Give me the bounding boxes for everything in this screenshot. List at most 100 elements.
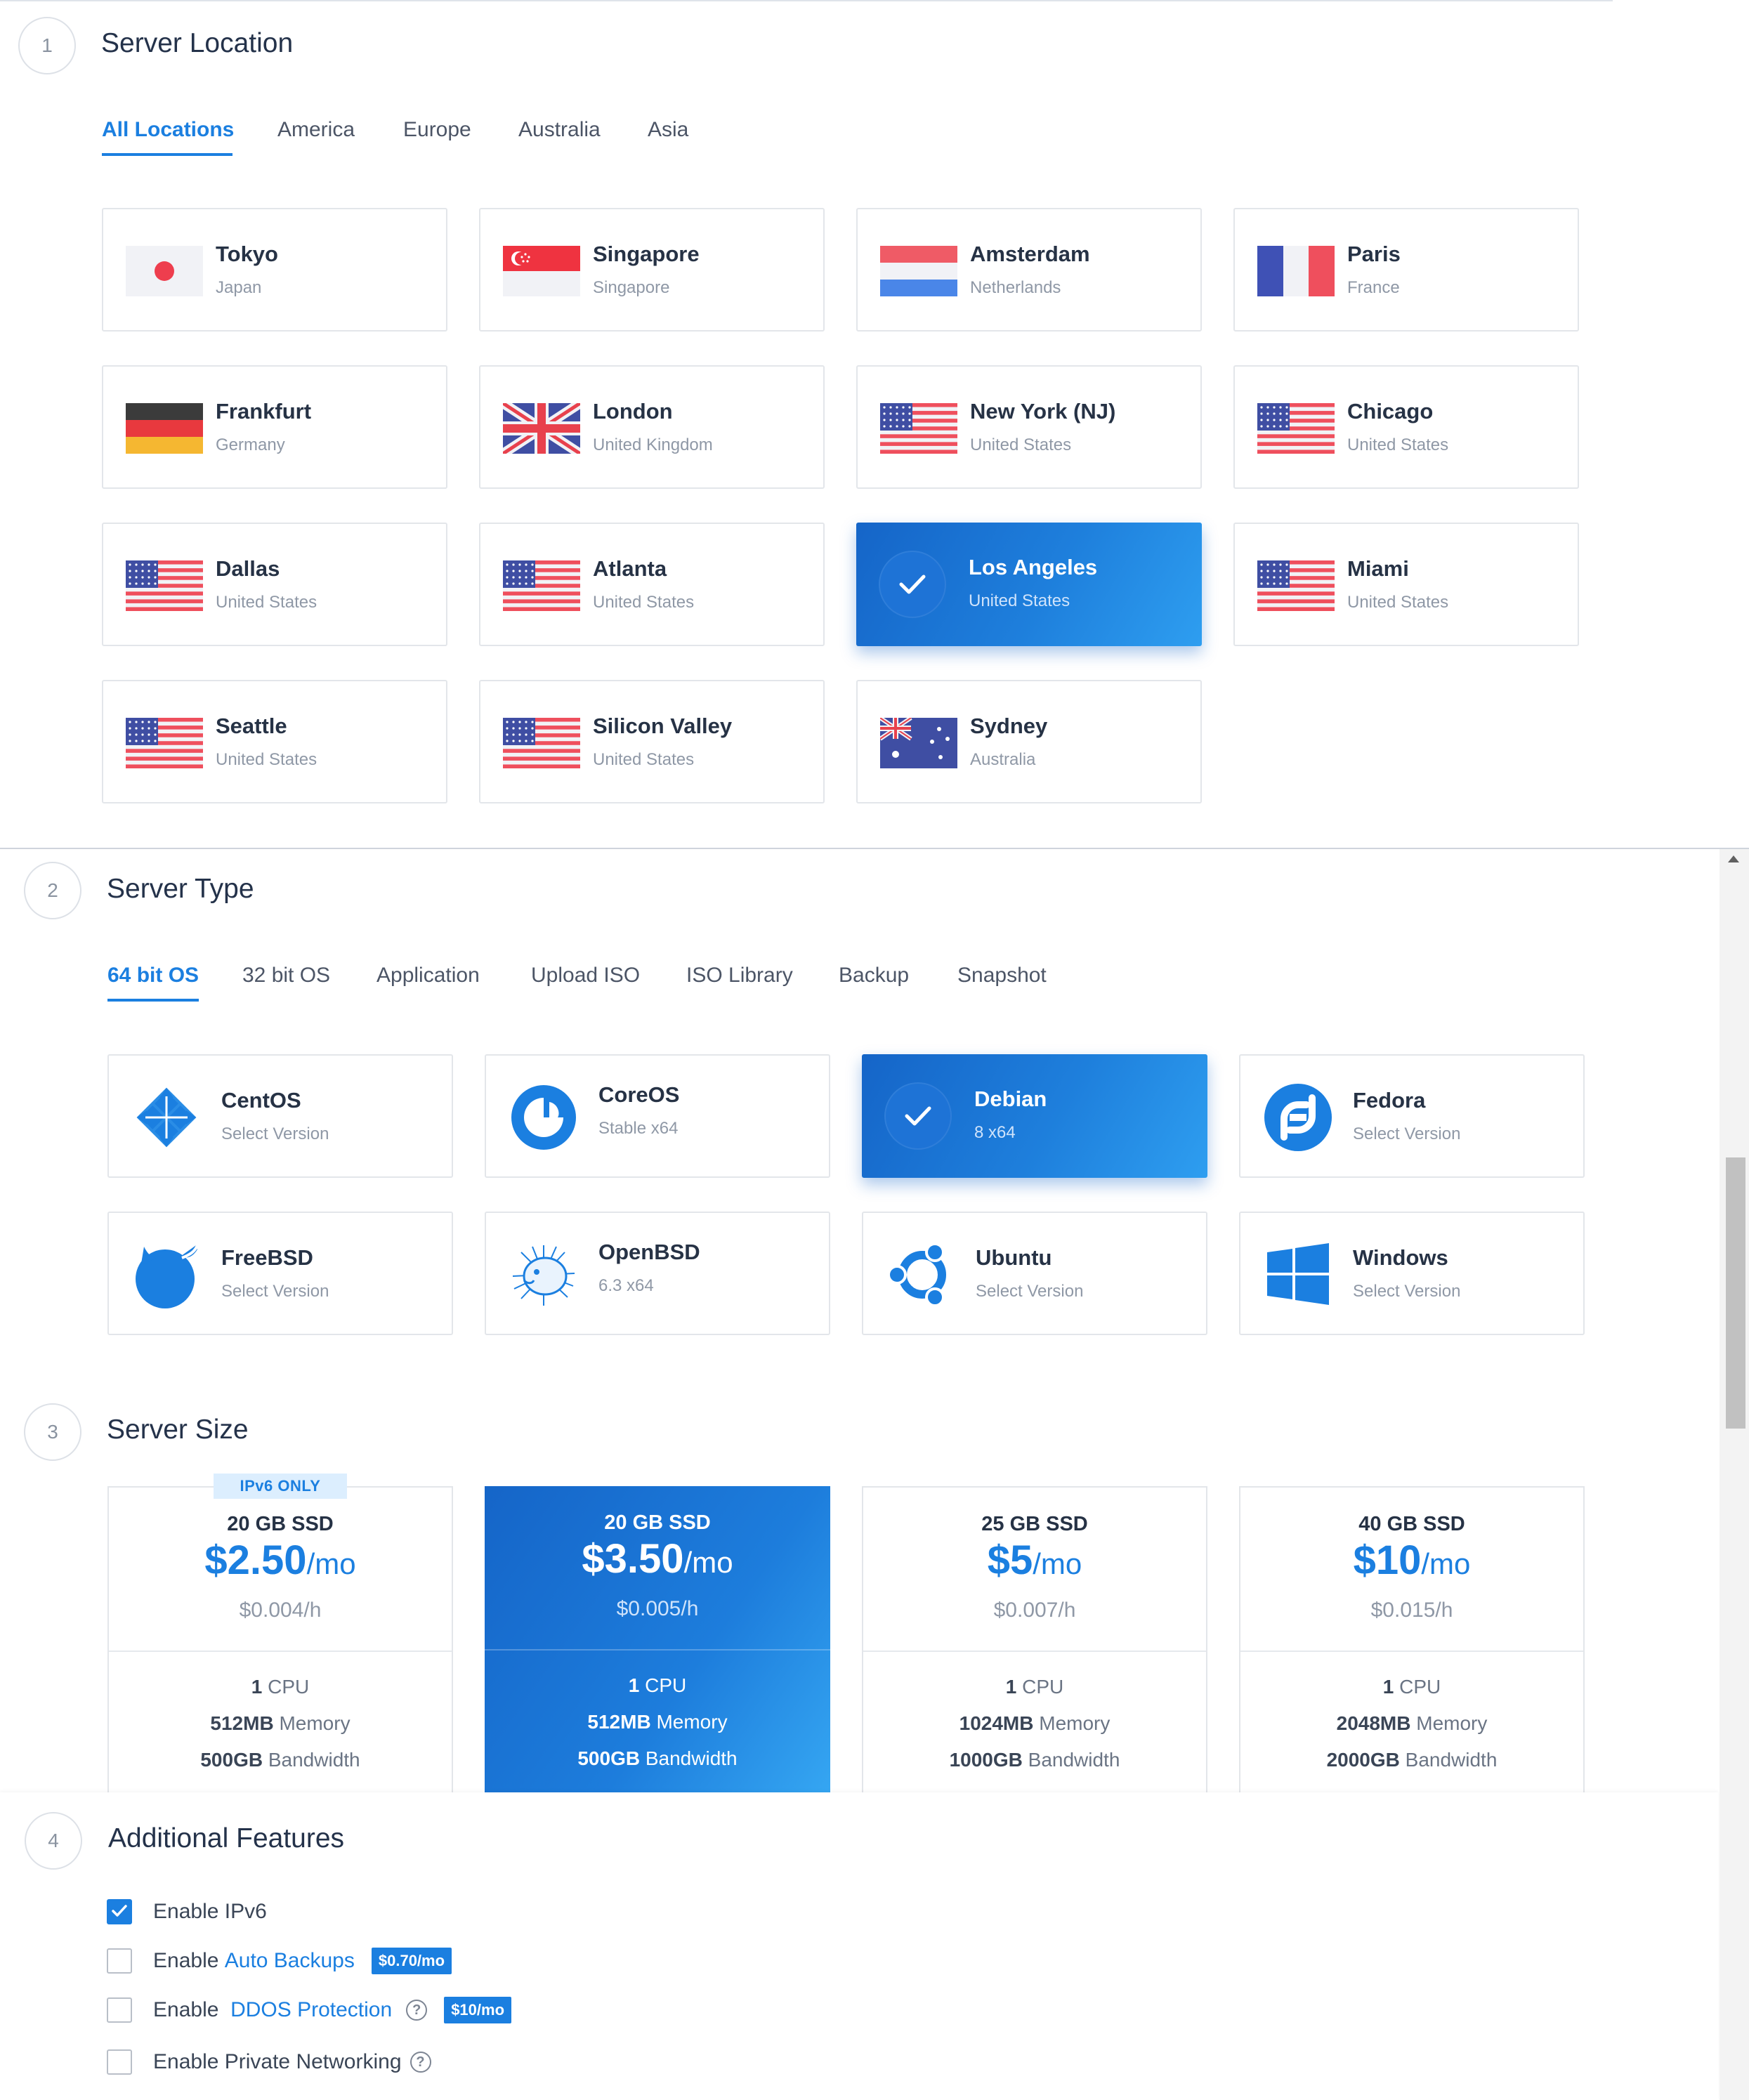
plan-divider (1240, 1651, 1583, 1652)
tab-australia[interactable]: Australia (518, 118, 601, 142)
location-country: Germany (216, 435, 285, 454)
os-card-openbsd[interactable]: OpenBSD 6.3 x64 (485, 1212, 830, 1335)
plan-card-2-50[interactable]: 20 GB SSD $2.50/mo $0.004/h 1 CPU 512MB … (107, 1486, 453, 1792)
scrollbar-thumb[interactable] (1726, 1157, 1745, 1429)
location-card-los-angeles[interactable]: Los Angeles United States (856, 523, 1202, 646)
check-icon (884, 1082, 952, 1150)
feature-label: Enable (153, 1998, 231, 2021)
os-card-windows[interactable]: Windows Select Version (1239, 1212, 1585, 1335)
location-country: United States (1347, 593, 1449, 612)
location-card-atlanta[interactable]: Atlanta United States (479, 523, 825, 646)
section-title: Additional Features (108, 1823, 345, 1853)
location-city: Chicago (1347, 399, 1434, 424)
us-flag-icon (503, 560, 580, 611)
os-version: Stable x64 (598, 1119, 679, 1138)
uk-flag-icon (503, 403, 580, 454)
feature-label: Enable (153, 1949, 225, 1972)
plan-card-5[interactable]: 25 GB SSD $5/mo $0.007/h 1 CPU 1024MB Me… (862, 1486, 1207, 1792)
tab-asia[interactable]: Asia (648, 118, 688, 142)
tab-iso-library[interactable]: ISO Library (686, 964, 793, 987)
plan-bandwidth: 500GB Bandwidth (577, 1747, 738, 1769)
plan-hourly: $0.007/h (993, 1599, 1076, 1622)
coreos-icon (509, 1082, 579, 1153)
location-card-singapore[interactable]: Singapore Singapore (479, 208, 825, 332)
feature-auto-backups[interactable]: Enable Auto Backups $0.70/mo (107, 1945, 452, 1976)
os-card-freebsd[interactable]: FreeBSD Select Version (107, 1212, 453, 1335)
location-city: Atlanta (593, 556, 667, 581)
tab-all-locations[interactable]: All Locations (102, 118, 234, 142)
ddos-protection-link[interactable]: DDOS Protection (230, 1998, 392, 2022)
location-card-chicago[interactable]: Chicago United States (1233, 365, 1579, 489)
os-card-coreos[interactable]: CoreOS Stable x64 (485, 1054, 830, 1178)
plan-storage: 20 GB SSD (227, 1513, 334, 1535)
plan-bandwidth: 500GB Bandwidth (200, 1749, 360, 1771)
tab-64-bit-os[interactable]: 64 bit OS (107, 964, 199, 987)
plan-card-10[interactable]: 40 GB SSD $10/mo $0.015/h 1 CPU 2048MB M… (1239, 1486, 1585, 1792)
step-number: 4 (25, 1812, 82, 1870)
checkbox-checked[interactable] (107, 1899, 132, 1924)
tab-america[interactable]: America (277, 118, 355, 142)
os-version: Select Version (1353, 1282, 1461, 1301)
location-card-seattle[interactable]: Seattle United States (102, 680, 447, 803)
location-country: United States (970, 435, 1072, 454)
location-card-tokyo[interactable]: Tokyo Japan (102, 208, 447, 332)
tab-europe[interactable]: Europe (403, 118, 471, 142)
fedora-icon (1263, 1082, 1333, 1153)
os-card-centos[interactable]: CentOS Select Version (107, 1054, 453, 1178)
help-icon[interactable]: ? (410, 2052, 431, 2073)
tab-application[interactable]: Application (376, 964, 480, 987)
feature-ddos-protection[interactable]: Enable DDOS Protection ? $10/mo (107, 1995, 512, 2026)
os-card-debian[interactable]: Debian 8 x64 (862, 1054, 1207, 1178)
scroll-up-arrow-icon[interactable] (1728, 855, 1739, 862)
step-number: 2 (24, 862, 81, 919)
os-name: Fedora (1353, 1088, 1426, 1113)
location-card-dallas[interactable]: Dallas United States (102, 523, 447, 646)
ipv6-only-badge: IPv6 ONLY (214, 1474, 347, 1499)
checkbox[interactable] (107, 2049, 132, 2075)
price-badge: $10/mo (444, 1997, 512, 2023)
plan-card-3-50[interactable]: 20 GB SSD $3.50/mo $0.005/h 1 CPU 512MB … (485, 1486, 830, 1792)
location-card-miami[interactable]: Miami United States (1233, 523, 1579, 646)
location-city: Amsterdam (970, 242, 1090, 266)
us-flag-icon (1257, 403, 1335, 454)
location-card-silicon-valley[interactable]: Silicon Valley United States (479, 680, 825, 803)
plan-storage: 20 GB SSD (604, 1511, 711, 1534)
us-flag-icon (126, 560, 203, 611)
tab-upload-iso[interactable]: Upload ISO (531, 964, 640, 987)
auto-backups-link[interactable]: Auto Backups (225, 1949, 355, 1973)
plan-cpu: 1 CPU (1382, 1676, 1441, 1698)
help-icon[interactable]: ? (406, 2000, 428, 2021)
location-card-new-york[interactable]: New York (NJ) United States (856, 365, 1202, 489)
germany-flag-icon (126, 403, 203, 454)
location-card-london[interactable]: London United Kingdom (479, 365, 825, 489)
checkbox[interactable] (107, 1948, 132, 1974)
section-title: Server Size (107, 1415, 249, 1445)
feature-label: Enable Private Networking (153, 2050, 402, 2073)
tab-32-bit-os[interactable]: 32 bit OS (242, 964, 330, 987)
os-name: CentOS (221, 1088, 301, 1113)
active-tab-underline (102, 153, 232, 156)
scrollbar-track[interactable] (1719, 849, 1749, 2100)
plan-price: $10/mo (1353, 1537, 1471, 1583)
checkbox[interactable] (107, 1997, 132, 2023)
windows-icon (1263, 1240, 1333, 1310)
os-card-fedora[interactable]: Fedora Select Version (1239, 1054, 1585, 1178)
plan-bandwidth: 1000GB Bandwidth (949, 1749, 1120, 1771)
location-country: Netherlands (970, 278, 1061, 297)
os-card-ubuntu[interactable]: Ubuntu Select Version (862, 1212, 1207, 1335)
os-version: Select Version (976, 1282, 1084, 1301)
location-card-sydney[interactable]: Sydney Australia (856, 680, 1202, 803)
feature-private-networking[interactable]: Enable Private Networking ? (107, 2047, 431, 2078)
feature-label: Enable IPv6 (153, 1900, 267, 1923)
feature-enable-ipv6[interactable]: Enable IPv6 (107, 1896, 267, 1927)
plan-divider (863, 1651, 1206, 1652)
tab-backup[interactable]: Backup (839, 964, 909, 987)
os-version: 8 x64 (974, 1123, 1016, 1142)
plan-memory: 512MB Memory (587, 1711, 728, 1733)
os-version: Select Version (1353, 1124, 1461, 1143)
location-card-paris[interactable]: Paris France (1233, 208, 1579, 332)
tab-snapshot[interactable]: Snapshot (957, 964, 1047, 987)
location-card-amsterdam[interactable]: Amsterdam Netherlands (856, 208, 1202, 332)
location-card-frankfurt[interactable]: Frankfurt Germany (102, 365, 447, 489)
location-city: London (593, 399, 673, 424)
